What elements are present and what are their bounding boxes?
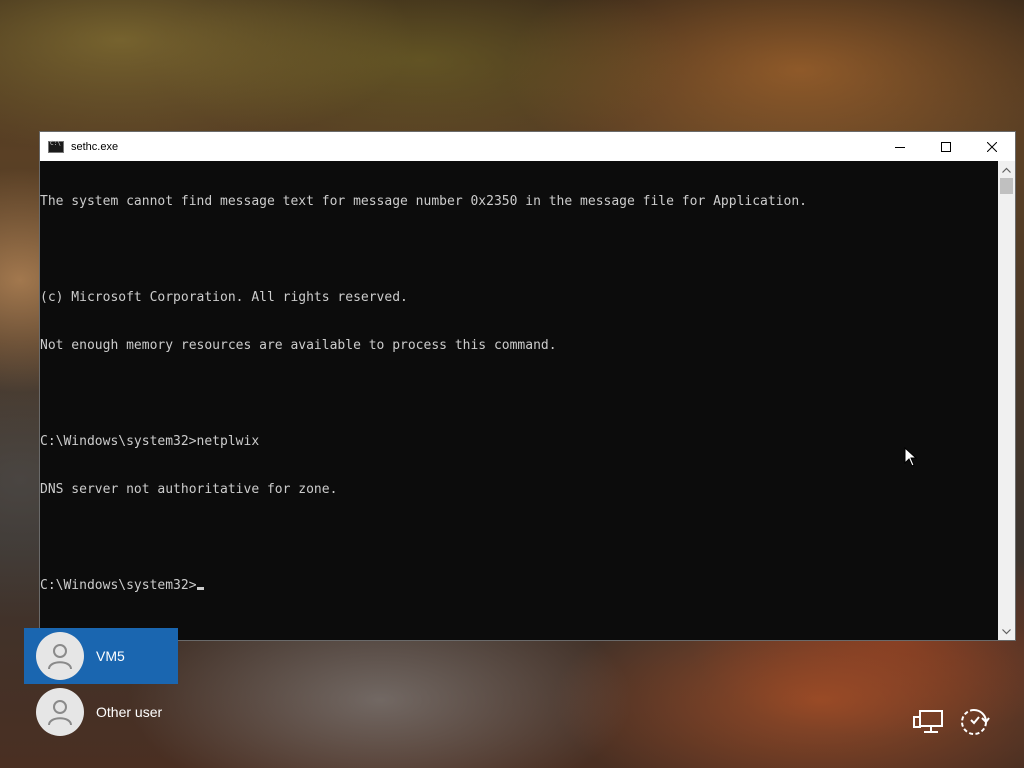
- scroll-thumb[interactable]: [1000, 178, 1013, 194]
- user-icon: [48, 700, 72, 726]
- user-icon: [48, 644, 72, 670]
- close-icon: [987, 141, 997, 152]
- console-line: C:\Windows\system32>netplwix: [40, 434, 260, 449]
- vertical-scrollbar[interactable]: [998, 161, 1015, 640]
- user-tile-other-user[interactable]: Other user: [24, 684, 178, 740]
- window-title: sethc.exe: [71, 140, 119, 153]
- console-line: The system cannot find message text for …: [40, 194, 808, 209]
- window-controls: [877, 132, 1015, 161]
- maximize-button[interactable]: [923, 132, 969, 161]
- network-icon: [913, 710, 943, 733]
- maximize-icon: [941, 141, 951, 152]
- console-line: (c) Microsoft Corporation. All rights re…: [40, 290, 408, 305]
- user-name: VM5: [96, 648, 125, 664]
- chevron-down-icon: [1002, 628, 1011, 634]
- mouse-pointer: [904, 446, 918, 471]
- network-button[interactable]: [912, 706, 944, 738]
- console-icon: [48, 140, 64, 153]
- title-bar[interactable]: sethc.exe: [40, 132, 1015, 161]
- console-output[interactable]: The system cannot find message text for …: [40, 161, 998, 640]
- console-window[interactable]: sethc.exe The system cannot find message…: [39, 131, 1016, 641]
- minimize-icon: [895, 146, 905, 148]
- user-tile-vm5[interactable]: VM5: [24, 628, 178, 684]
- chevron-up-icon: [1002, 167, 1011, 173]
- ease-of-access-icon: [961, 709, 990, 735]
- scroll-down-button[interactable]: [998, 623, 1015, 640]
- minimize-button[interactable]: [877, 132, 923, 161]
- avatar: [36, 632, 84, 680]
- scroll-up-button[interactable]: [998, 161, 1015, 178]
- text-cursor: [196, 587, 204, 590]
- close-button[interactable]: [969, 132, 1015, 161]
- command-prompt-line[interactable]: C:\Windows\system32>: [40, 578, 998, 594]
- console-line: Not enough memory resources are availabl…: [40, 338, 557, 353]
- command-prompt: C:\Windows\system32>: [40, 578, 197, 593]
- user-name: Other user: [96, 704, 163, 720]
- console-line: DNS server not authoritative for zone.: [40, 482, 338, 497]
- ease-of-access-button[interactable]: [958, 706, 990, 738]
- pointer-icon: [904, 446, 918, 467]
- avatar: [36, 688, 84, 736]
